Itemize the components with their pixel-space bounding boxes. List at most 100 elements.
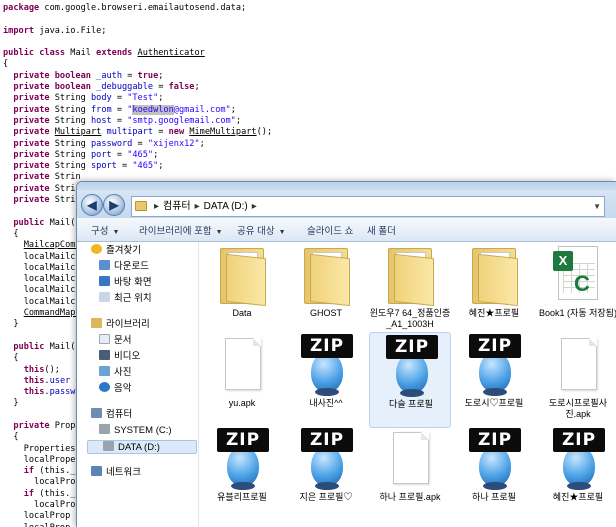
- file-item-zip[interactable]: ZIP 도로시♡프로필: [453, 332, 535, 428]
- breadcrumb-computer[interactable]: 컴퓨터: [163, 201, 191, 212]
- file-name: 도로시프로필사진.apk: [549, 398, 607, 419]
- code-token: localMailc: [3, 285, 76, 296]
- documents-icon: [99, 334, 110, 344]
- code-token: Authenticator: [137, 48, 205, 59]
- nav-computer[interactable]: 컴퓨터: [91, 408, 132, 422]
- nav-favorites[interactable]: 즐겨찾기: [91, 244, 141, 258]
- drive-icon: [99, 424, 110, 434]
- file-item-zip[interactable]: ZIP 혜진★프로필: [537, 426, 616, 522]
- back-button[interactable]: ◀: [81, 194, 103, 216]
- nav-videos[interactable]: 비디오: [99, 350, 140, 364]
- code-token: ;: [235, 115, 242, 126]
- nav-label: 네트워크: [106, 467, 141, 478]
- code-token: "Test": [127, 93, 159, 104]
- code-token: this: [23, 375, 45, 386]
- code-token: package: [3, 3, 45, 13]
- pictures-icon: [99, 366, 110, 376]
- code-token: ();: [44, 364, 60, 375]
- code-token: MailcapComm: [23, 240, 81, 251]
- file-item-folder[interactable]: 혜진★프로필: [453, 242, 535, 338]
- breadcrumb-drive[interactable]: DATA (D:): [204, 201, 248, 212]
- slideshow-button[interactable]: 슬라이드 쇼: [307, 223, 353, 237]
- nav-recent[interactable]: 최근 위치: [99, 292, 152, 306]
- code-token: private: [3, 104, 55, 115]
- code-line: private Multipart multipart = new MimeMu…: [3, 127, 616, 138]
- file-name: Book1 (자동 저장됨): [539, 308, 616, 318]
- file-item-folder[interactable]: Data: [201, 242, 283, 338]
- nav-desktop[interactable]: 바탕 화면: [99, 276, 152, 290]
- nav-pictures[interactable]: 사진: [99, 366, 131, 380]
- folder-icon: [386, 244, 436, 307]
- excel-mark: C: [574, 271, 590, 296]
- address-row: ◀ ▶ ▸ 컴퓨터 ▸ DATA (D:) ▸ ▼: [77, 190, 616, 220]
- code-token: ;: [153, 149, 159, 160]
- zip-label: ZIP: [301, 334, 353, 358]
- address-dropdown-icon[interactable]: ▼: [593, 197, 601, 216]
- file-item-folder[interactable]: GHOST: [285, 242, 367, 338]
- code-token: ;: [230, 104, 236, 115]
- code-token: "465": [132, 161, 159, 172]
- code-token: "smtp.googlemail.com": [127, 115, 236, 126]
- nav-documents[interactable]: 문서: [99, 334, 131, 348]
- code-token: public class: [3, 48, 71, 59]
- nav-downloads[interactable]: 다운로드: [99, 260, 149, 274]
- breadcrumb-separator-icon: ▸: [194, 201, 200, 212]
- zip-archive-icon: ZIP: [386, 335, 438, 397]
- share-button[interactable]: 공유 대상 ▼: [237, 223, 286, 237]
- nav-libraries[interactable]: 라이브러리: [91, 318, 150, 332]
- forward-button[interactable]: ▶: [103, 194, 125, 216]
- file-item-zip[interactable]: ZIP 유블리프로필: [201, 426, 283, 522]
- nav-label: 다운로드: [114, 261, 149, 272]
- nav-label: 컴퓨터: [106, 409, 133, 420]
- file-name: 도로시♡프로필: [464, 398, 524, 408]
- code-token: }: [3, 319, 19, 330]
- code-token: localProp: [3, 477, 81, 488]
- music-icon: [99, 382, 110, 392]
- include-library-button[interactable]: 라이브러리에 포함 ▼: [139, 223, 223, 237]
- nav-label: 문서: [114, 335, 132, 346]
- code-token: private boolean: [3, 70, 97, 81]
- code-token: (this._d: [39, 466, 81, 477]
- address-bar[interactable]: ▸ 컴퓨터 ▸ DATA (D:) ▸ ▼: [131, 196, 605, 217]
- code-token: Multipart: [54, 127, 102, 138]
- nav-network[interactable]: 네트워크: [91, 466, 141, 480]
- file-item-zip[interactable]: ZIP 하나 프로필: [453, 426, 535, 522]
- nav-label: 라이브러리: [106, 319, 150, 330]
- blank-file-icon: [225, 338, 261, 390]
- file-view[interactable]: Data GHOST 윈도우7 64_정품인증_A1_1003H 혜진★프로필 X C Bo…: [199, 242, 616, 527]
- file-item-file[interactable]: yu.apk: [201, 332, 283, 428]
- code-token: {: [3, 59, 9, 70]
- file-item-zip[interactable]: ZIP 다슬 프로필: [369, 332, 451, 428]
- star-icon: [91, 244, 102, 254]
- nav-music[interactable]: 음악: [99, 382, 131, 396]
- code-line: private String body = "Test";: [3, 93, 616, 104]
- code-line: public class Mail extends Authenticator: [3, 48, 616, 59]
- excel-icon: XC: [553, 246, 598, 300]
- code-token: java.io.File;: [39, 25, 107, 36]
- code-token: user: [49, 375, 71, 386]
- nav-data-d[interactable]: DATA (D:): [87, 440, 197, 454]
- file-item-zip[interactable]: ZIP 지은 프로필♡: [285, 426, 367, 522]
- nav-label: 최근 위치: [114, 293, 152, 304]
- file-item-zip[interactable]: ZIP 내사진^^: [285, 332, 367, 428]
- code-token: private: [3, 420, 55, 431]
- new-folder-button[interactable]: 새 폴더: [367, 223, 396, 237]
- code-line: import java.io.File;: [3, 26, 616, 37]
- file-item-excel[interactable]: X C Book1 (자동 저장됨): [537, 242, 616, 338]
- file-item-folder[interactable]: 윈도우7 64_정품인증_A1_1003H: [369, 242, 451, 338]
- file-item-file[interactable]: 하나 프로필.apk: [369, 426, 451, 522]
- code-token: _debuggable: [96, 82, 154, 93]
- code-line: private String host = "smtp.googlemail.c…: [3, 116, 616, 127]
- nav-label: DATA (D:): [118, 442, 160, 453]
- nav-system-c[interactable]: SYSTEM (C:): [99, 424, 172, 438]
- code-token: @gmail.com": [173, 104, 231, 115]
- network-icon: [91, 466, 102, 476]
- code-token: String: [54, 93, 91, 104]
- code-token: =: [153, 127, 169, 138]
- code-token: public: [3, 217, 50, 228]
- file-name: Data: [232, 308, 252, 318]
- organize-button[interactable]: 구성 ▼: [91, 223, 119, 237]
- file-item-file[interactable]: 도로시프로필사진.apk: [537, 332, 616, 428]
